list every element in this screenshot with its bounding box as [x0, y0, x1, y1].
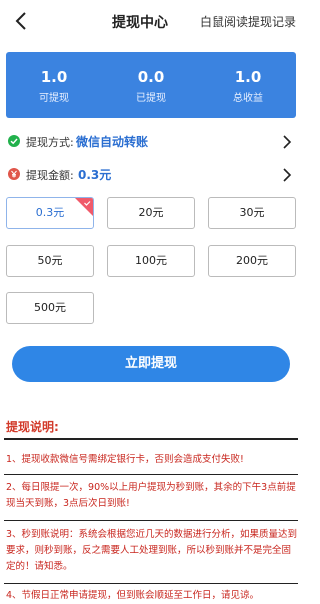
amount-option-20[interactable]: 20元 [107, 197, 195, 229]
divider [4, 520, 298, 521]
amount-option-0.3[interactable]: 0.3元 [6, 197, 94, 229]
withdraw-now-button[interactable]: 立即提现 [12, 346, 290, 382]
stat-total-earnings: 1.0 总收益 [200, 68, 296, 106]
chevron-right-icon [283, 135, 292, 149]
balance-summary-card: 1.0 可提现 0.0 已提现 1.0 总收益 [6, 52, 296, 118]
withdraw-method-label: 提现方式: [26, 136, 74, 149]
withdrawn-value: 0.0 [137, 68, 165, 86]
chevron-right-icon [283, 168, 292, 182]
withdrawable-value: 1.0 [40, 68, 68, 86]
header: 提现中心 白鼠阅读提现记录 [0, 0, 302, 44]
total-label: 总收益 [233, 93, 263, 104]
stat-withdrawable: 1.0 可提现 [6, 68, 102, 106]
amount-option-label: 50元 [37, 254, 63, 267]
divider [4, 438, 298, 440]
note-item-2: 2、每日限提一次，90%以上用户提现为秒到账，其余的下午3点前提现当天到账，3点… [6, 482, 296, 509]
amount-option-label: 100元 [135, 254, 167, 267]
divider [4, 474, 298, 475]
withdraw-records-link[interactable]: 白鼠阅读提现记录 [200, 13, 296, 30]
withdrawable-label: 可提现 [39, 93, 69, 104]
page-title: 提现中心 [112, 15, 168, 31]
amount-option-50[interactable]: 50元 [6, 245, 94, 277]
amount-option-label: 0.3元 [35, 206, 65, 219]
check-circle-icon [8, 135, 20, 147]
note-item-4: 4、节假日正常申请提现，但到账会顺延至工作日，请见谅。 [6, 590, 260, 601]
divider [4, 583, 298, 584]
total-value: 1.0 [234, 68, 262, 86]
amount-option-label: 20元 [138, 206, 164, 219]
withdrawn-label: 已提现 [136, 93, 166, 104]
withdraw-amount-row[interactable]: 提现金额: 0.3元 [0, 162, 302, 188]
amount-option-label: 30元 [239, 206, 265, 219]
withdraw-method-value: 微信自动转账 [76, 135, 149, 149]
amount-option-30[interactable]: 30元 [208, 197, 296, 229]
amount-option-100[interactable]: 100元 [107, 245, 195, 277]
yen-circle-icon [8, 168, 20, 180]
note-item-1: 1、提现收款微信号需绑定银行卡，否则会造成支付失败! [6, 454, 244, 465]
amount-option-200[interactable]: 200元 [208, 245, 296, 277]
amount-option-label: 500元 [34, 301, 66, 314]
back-arrow-icon[interactable] [10, 8, 34, 34]
note-item-3: 3、秒到账说明：系统会根据您近几天的数据进行分析，如果质量达到要求，则秒到账，反… [6, 529, 298, 572]
stat-withdrawn: 0.0 已提现 [103, 68, 199, 106]
amount-option-500[interactable]: 500元 [6, 292, 94, 324]
withdraw-amount-label: 提现金额: [26, 169, 74, 182]
notes-title: 提现说明: [6, 420, 59, 434]
selected-corner-icon [75, 198, 93, 216]
withdraw-method-row[interactable]: 提现方式: 微信自动转账 [0, 129, 302, 155]
amount-option-label: 200元 [236, 254, 268, 267]
withdraw-amount-value: 0.3元 [78, 168, 112, 182]
